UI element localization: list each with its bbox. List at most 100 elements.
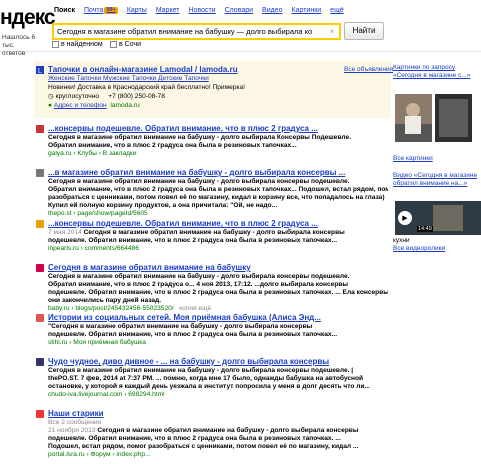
result-url-row: baby.ru › blogs/post/245432456-55023520/… <box>48 305 388 313</box>
filter-exact[interactable]: в найденном <box>52 41 103 48</box>
result-url[interactable]: chudo-iva.livejournal.com › 698294.html <box>48 391 165 398</box>
service-5[interactable]: Словари <box>225 7 253 14</box>
all-images-link[interactable]: Все картинки <box>393 155 479 163</box>
header: ндекс Нашлось 6 тыс. ответов Поиск Почта 9… <box>0 0 481 57</box>
service-3[interactable]: Маркет <box>156 7 180 14</box>
result-url[interactable]: thepo.st › page/show/pageId/5605 <box>48 210 148 217</box>
result-snippet: подешевле. Обратил внимание, что в плюс … <box>48 435 388 443</box>
result-snippet: 21 ноября 2013 Сегодня в магазине обрати… <box>48 427 388 435</box>
search-button[interactable]: Найти <box>344 22 384 40</box>
result-title[interactable]: ...в магазине обратил внимание на бабушк… <box>48 168 388 177</box>
site-favicon-icon <box>36 125 44 133</box>
video-heading: Видео «Сегодня в магазине обратил вниман… <box>393 172 479 188</box>
snippet-line: Сегодня в магазине обратил внимание на б… <box>48 367 354 374</box>
filter-city-label: в Сочи <box>119 41 142 48</box>
sidebar: Картинки по запросу «Сегодня в магазине … <box>393 52 481 464</box>
service-6[interactable]: Видео <box>262 7 282 14</box>
snippet-line: Купил ей полную корзину продуктов, а она… <box>48 202 278 209</box>
result-meta: Все 2 сообщения <box>48 419 102 426</box>
result-title[interactable]: Истории из социальных сетей. Моя приёмна… <box>48 313 388 322</box>
video-title[interactable]: Видео «Сегодня в магазине обратил вниман… <box>393 172 477 187</box>
checkbox-icon[interactable] <box>52 41 59 48</box>
result-url-row: portal.lsra.ru › Форум › index.php... <box>48 451 388 459</box>
checkbox-icon[interactable] <box>110 41 117 48</box>
result-snippet: "Сегодня в магазине обратил внимание на … <box>48 323 388 331</box>
result-extra[interactable]: копия ещё <box>179 305 211 312</box>
service-2[interactable]: Карты <box>127 7 147 14</box>
images-title[interactable]: Картинки по запросу «Сегодня в магазине … <box>393 64 479 80</box>
video-thumb[interactable]: ▶ 14:49 <box>395 201 481 235</box>
result-snippet: Обратил внимание, что в плюс 2 градуса о… <box>48 281 388 289</box>
search-result: ...консервы подешевле. Обратил внимание,… <box>36 219 391 265</box>
service-8[interactable]: ещё <box>330 7 344 14</box>
snippet-line: подешевле. Обратил внимание, что в плюс … <box>48 331 338 338</box>
clock-icon: ◷ <box>48 93 54 100</box>
result-url[interactable]: inpearls.ru › comments/664486 <box>48 245 139 252</box>
image-thumb-1[interactable] <box>395 94 432 142</box>
result-snippet: 7 мая 2014 Сегодня в магазине обратил вн… <box>48 229 388 237</box>
site-favicon-icon <box>36 410 44 418</box>
result-url-row: inpearls.ru › comments/664486 <box>48 245 388 253</box>
result-snippet: Купил ей полную корзину продуктов, а она… <box>48 202 388 210</box>
pin-icon: ● <box>48 102 52 109</box>
ad-result: L Тапочки в онлайн-магазине Lamodal / la… <box>36 65 391 117</box>
result-snippet: Подошел, встал рядом, помог разобраться … <box>48 443 388 451</box>
filter-city[interactable]: в Сочи <box>110 41 141 48</box>
snippet-line: Обратил внимание, что в плюс 2 градуса о… <box>48 281 349 288</box>
result-title[interactable]: Сегодня в магазине обратил внимание на б… <box>48 263 388 272</box>
result-url-row: chudo-iva.livejournal.com › 698294.html <box>48 391 388 399</box>
snippet-line: Сегодня в магазине обратил внимание на б… <box>48 134 352 141</box>
result-title[interactable]: ...консервы подешевле. Обратил внимание,… <box>48 124 388 133</box>
result-snippet: Сегодня в магазине обратил внимание на б… <box>48 273 388 281</box>
result-snippet: подешевле. Обратил внимание, что в плюс … <box>48 289 388 297</box>
service-7[interactable]: Картинки <box>292 7 322 14</box>
result-title[interactable]: Наши старики <box>48 409 388 418</box>
result-title[interactable]: ...консервы подешевле. Обратил внимание,… <box>48 219 388 228</box>
services-nav: Поиск Почта 99+ Карты Маркет Новости Словари Ви… <box>54 7 344 14</box>
service-0[interactable]: Поиск <box>54 7 75 14</box>
service-1[interactable]: Почта <box>84 7 103 14</box>
mail-count-badge: 99+ <box>104 7 118 14</box>
search-input[interactable]: Сегодня в магазине обратил внимание на б… <box>52 23 341 40</box>
snippet-line: thePO.ST. 7 фев, 2014 at 7:37 PM. ... по… <box>48 375 364 382</box>
result-title[interactable]: Чудо чудное, диво дивное - ... на бабушк… <box>48 357 388 366</box>
snippet-line: Сегодня в магазине обратил внимание на б… <box>48 178 350 185</box>
result-url[interactable]: portal.lsra.ru › Форум › index.php... <box>48 451 151 458</box>
snippet-line: Обратил внимание, что в плюс 2 градуса о… <box>48 186 388 193</box>
search-query[interactable]: Сегодня в магазине обратил внимание на б… <box>57 27 327 36</box>
play-icon[interactable]: ▶ <box>398 211 412 225</box>
result-snippet: Сегодня в магазине обратил внимание на б… <box>48 367 388 375</box>
all-videos-link[interactable]: Все видеоролики <box>393 245 479 253</box>
result-url-row: galya.ru › Клубы › В закладки <box>48 150 388 158</box>
ad-hours: круглосуточно <box>55 93 100 100</box>
result-snippet: подешевле. Обратил внимание, что в плюс … <box>48 237 388 245</box>
ad-address-row: ● Адрес и телефон lamoda.ru <box>48 102 388 110</box>
photo-icon <box>435 94 472 142</box>
lamoda-favicon-icon: L <box>36 66 44 74</box>
ad-title[interactable]: Тапочки в онлайн-магазине Lamodal / lamo… <box>48 65 388 74</box>
ad-domain[interactable]: lamoda.ru <box>110 102 139 109</box>
search-result: Истории из социальных сетей. Моя приёмна… <box>36 313 391 359</box>
ad-address-link[interactable]: Адрес и телефон <box>54 102 107 109</box>
result-url[interactable]: stihi.ru › Моя приёмная бабушка <box>48 339 146 346</box>
clear-icon[interactable]: × <box>327 27 337 37</box>
photo-icon <box>395 94 432 142</box>
results-count: Нашлось 6 тыс. ответов <box>2 34 36 57</box>
result-snippet: остановке, у которой я каждый день уезжа… <box>48 383 388 391</box>
snippet-line: остановке, у которой я каждый день уезжа… <box>48 383 370 390</box>
yandex-logo[interactable]: ндекс <box>0 6 56 30</box>
result-snippet: thePO.ST. 7 фев, 2014 at 7:37 PM. ... по… <box>48 375 388 383</box>
site-favicon-icon <box>36 314 44 322</box>
service-4[interactable]: Новости <box>188 7 215 14</box>
ad-description: Новинки! Доставка в Краснодарский край б… <box>48 84 245 91</box>
ad-phone: +7 (800) 250-08-78 <box>108 93 165 100</box>
result-snippet: Обратил внимание, что в плюс 2 градуса о… <box>48 186 388 194</box>
result-url[interactable]: baby.ru › blogs/post/245432456-55023520/ <box>48 305 174 312</box>
result-url-row: thepo.st › page/show/pageId/5605 <box>48 210 388 218</box>
ad-sitelinks[interactable]: Женские Тапочки Мужские Тапочки Детские … <box>48 75 388 83</box>
result-date: 21 ноября 2013 <box>48 427 96 434</box>
result-url[interactable]: galya.ru › Клубы › В закладки <box>48 150 137 157</box>
image-thumb-2[interactable] <box>435 94 472 142</box>
site-favicon-icon <box>36 358 44 366</box>
snippet-line: разобраться с ценниками, потом повел её … <box>48 194 385 201</box>
